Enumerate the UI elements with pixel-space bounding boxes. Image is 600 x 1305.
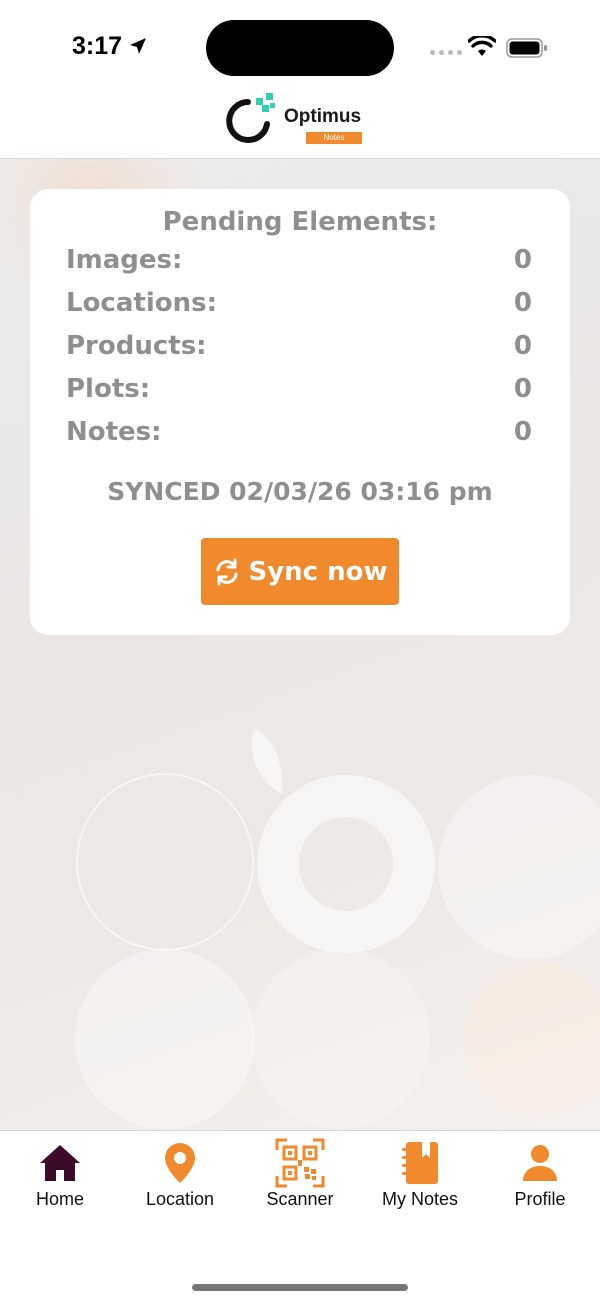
row-images: Images: 0 [66,245,532,281]
card-title: Pending Elements: [162,207,438,237]
tab-label: My Notes [381,1189,459,1209]
logo-title: Optimus [284,106,362,127]
battery-icon [506,38,547,58]
row-label: Products: [66,331,207,361]
tab-location[interactable]: Location [120,1139,240,1209]
sync-icon [216,558,238,585]
qr-code-icon [275,1138,325,1188]
sync-now-button[interactable]: Sync now [201,538,399,605]
signal-icon [430,50,462,55]
status-time: 3:17 [72,32,123,60]
row-products: Products: 0 [66,331,532,367]
tab-label: Scanner [266,1189,334,1209]
sync-now-label: Sync now [248,556,388,587]
row-value: 0 [513,374,532,404]
row-value: 0 [513,331,532,361]
tab-label: Home [35,1189,84,1209]
last-synced-text: SYNCED 02/03/26 03:16 pm [107,477,493,506]
row-locations: Locations: 0 [66,288,532,324]
row-label: Images: [66,245,183,275]
row-notes: Notes: 0 [66,417,532,453]
user-icon [523,1145,557,1181]
notebook-icon [402,1142,438,1184]
row-value: 0 [513,417,532,447]
row-label: Locations: [66,288,217,318]
dynamic-island [206,20,394,76]
bottom-tab-bar: Home Location Scanner My Notes Profile [0,1130,600,1305]
row-value: 0 [513,288,532,318]
row-label: Plots: [66,374,151,404]
optimus-notes-logo: Optimus Notes [226,92,376,148]
row-plots: Plots: 0 [66,374,532,410]
logo-mark-icon [226,93,275,143]
main-content: Pending Elements: Images: 0 Locations: 0… [0,159,600,1130]
tab-home[interactable]: Home [0,1139,120,1209]
pending-elements-card: Pending Elements: Images: 0 Locations: 0… [30,189,570,635]
home-indicator[interactable] [192,1284,408,1291]
wifi-icon [468,36,496,56]
logo-subtitle: Notes [306,132,362,144]
tab-my-notes[interactable]: My Notes [360,1139,480,1209]
tab-label: Location [145,1189,215,1209]
tab-label: Profile [514,1189,566,1209]
tab-scanner[interactable]: Scanner [240,1138,360,1209]
row-value: 0 [513,245,532,275]
location-pin-icon [165,1143,195,1183]
app-header: Optimus Notes [0,90,600,159]
home-icon [40,1145,80,1181]
status-bar: 3:17 [0,0,600,90]
tab-profile[interactable]: Profile [480,1139,600,1209]
row-label: Notes: [66,417,162,447]
location-arrow-icon [130,38,146,54]
